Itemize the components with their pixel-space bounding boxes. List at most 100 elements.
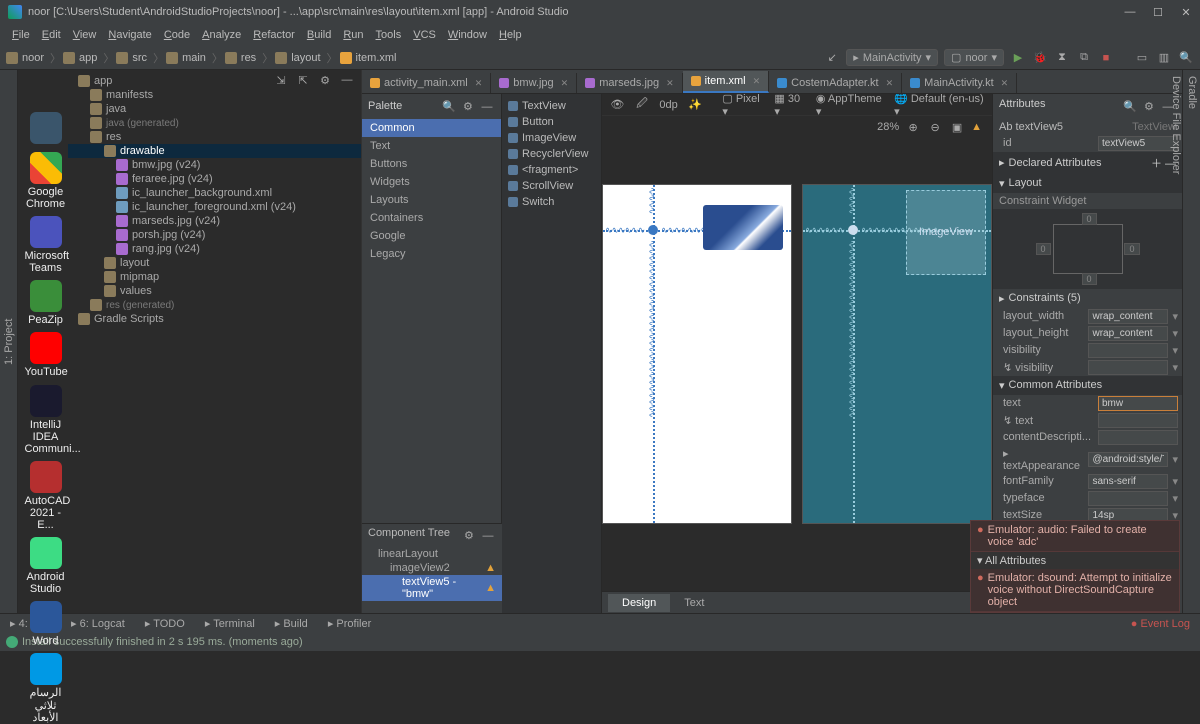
project-node[interactable]: mipmap	[68, 270, 361, 284]
breadcrumb-item[interactable]: app	[63, 52, 97, 64]
palette-item[interactable]: ScrollView	[502, 178, 601, 194]
palette-item[interactable]: Switch	[502, 194, 601, 210]
palette-category[interactable]: Text	[362, 137, 501, 155]
sync-icon[interactable]: ↙	[824, 50, 840, 66]
wand-icon[interactable]: ✨	[688, 97, 703, 113]
palette-category[interactable]: Common	[362, 119, 501, 137]
tool-tab[interactable]: Resource Manager	[0, 70, 1, 613]
run-config-dropdown[interactable]: ▸MainActivity▾	[846, 49, 938, 66]
palette-hide-icon[interactable]: —	[479, 99, 495, 115]
project-node[interactable]: rang.jpg (v24)	[68, 242, 361, 256]
breadcrumb-item[interactable]: noor	[6, 52, 44, 64]
menu-tools[interactable]: Tools	[370, 29, 408, 41]
desktop-shortcut[interactable]: IntelliJ IDEA Communi...	[25, 385, 67, 455]
desktop-shortcut[interactable]: Word	[25, 601, 67, 647]
project-node[interactable]: values	[68, 284, 361, 298]
palette-category[interactable]: Google	[362, 227, 501, 245]
editor-tab[interactable]: item.xml✕	[683, 71, 770, 93]
attr-input[interactable]	[1098, 430, 1178, 445]
attr-input[interactable]	[1088, 452, 1168, 467]
palette-category[interactable]: Widgets	[362, 173, 501, 191]
breadcrumb-item[interactable]: item.xml	[340, 52, 397, 64]
footer-tab[interactable]: ▸ TODO	[135, 617, 195, 630]
text-tab[interactable]: Text	[670, 594, 718, 612]
margin-display[interactable]: 0dp	[659, 99, 677, 111]
editor-tab[interactable]: activity_main.xml✕	[362, 73, 491, 93]
zoom-out-icon[interactable]: ⊖	[927, 119, 943, 135]
project-node[interactable]: Gradle Scripts	[68, 312, 361, 326]
project-node[interactable]: ic_launcher_foreground.xml (v24)	[68, 200, 361, 214]
attr-input[interactable]	[1098, 413, 1178, 428]
desktop-shortcut[interactable]	[25, 112, 67, 146]
attr-id-input[interactable]	[1098, 136, 1178, 151]
project-node[interactable]: bmw.jpg (v24)	[68, 158, 361, 172]
attach-icon[interactable]: ⧉	[1076, 50, 1092, 66]
menu-code[interactable]: Code	[158, 29, 196, 41]
close-button[interactable]: ✕	[1180, 6, 1192, 19]
palette-item[interactable]: RecyclerView	[502, 146, 601, 162]
project-node[interactable]: porsh.jpg (v24)	[68, 228, 361, 242]
attr-input[interactable]	[1088, 343, 1168, 358]
desktop-shortcut[interactable]: Google Chrome	[25, 152, 67, 210]
menu-analyze[interactable]: Analyze	[196, 29, 247, 41]
project-node[interactable]: res (generated)	[68, 298, 361, 312]
editor-tab[interactable]: MainActivity.kt✕	[902, 73, 1017, 93]
design-tab[interactable]: Design	[608, 594, 670, 612]
attr-input[interactable]	[1098, 396, 1178, 411]
desktop-shortcut[interactable]: Android Studio	[25, 537, 67, 595]
desktop-shortcut[interactable]: PeaZip	[25, 280, 67, 326]
palette-gear-icon[interactable]: ⚙	[460, 98, 476, 114]
project-node[interactable]: java (generated)	[68, 116, 361, 130]
menu-edit[interactable]: Edit	[36, 29, 67, 41]
project-node[interactable]: ic_launcher_background.xml	[68, 186, 361, 200]
ctree-hide-icon[interactable]: —	[480, 528, 496, 544]
menu-run[interactable]: Run	[337, 29, 369, 41]
design-preview[interactable]: ∿∿∿∿∿∿ ∿∿∿∿∿∿∿∿∿∿∿∿ ∿∿∿∿ ∿∿∿∿∿∿∿∿∿∿∿∿∿∿∿…	[602, 184, 792, 524]
constraint-widget[interactable]: 0 0 0 0	[993, 209, 1182, 289]
palette-item[interactable]: TextView	[502, 98, 601, 114]
zoom-fit-icon[interactable]: ▣	[949, 119, 965, 135]
menu-help[interactable]: Help	[493, 29, 528, 41]
palette-category[interactable]: Buttons	[362, 155, 501, 173]
menu-vcs[interactable]: VCS	[407, 29, 442, 41]
ctree-gear-icon[interactable]: ⚙	[461, 527, 477, 543]
component-node[interactable]: imageView2▲	[362, 561, 502, 575]
blueprint-preview[interactable]: ∿∿∿∿∿∿ ∿∿∿∿∿∿∿∿∿∿∿∿ ∿∿∿∿ ∿∿∿∿∿∿∿∿∿∿∿∿∿∿∿…	[802, 184, 992, 524]
palette-category[interactable]: Containers	[362, 209, 501, 227]
component-node[interactable]: textView5 - "bmw"▲	[362, 575, 502, 601]
attr-search-icon[interactable]: 🔍	[1122, 98, 1138, 114]
run-icon[interactable]: ▶	[1010, 50, 1026, 66]
footer-tab[interactable]: ▸ Profiler	[318, 617, 381, 630]
palette-search-icon[interactable]: 🔍	[441, 98, 457, 114]
component-node[interactable]: linearLayout	[362, 547, 502, 561]
menu-refactor[interactable]: Refactor	[247, 29, 301, 41]
editor-tab[interactable]: marseds.jpg✕	[577, 73, 682, 93]
attr-input[interactable]	[1088, 474, 1168, 489]
maximize-button[interactable]: ☐	[1152, 6, 1164, 19]
palette-category[interactable]: Layouts	[362, 191, 501, 209]
attr-input[interactable]	[1088, 491, 1168, 506]
editor-tab[interactable]: bmw.jpg✕	[491, 73, 577, 93]
footer-tab[interactable]: ▸ Terminal	[195, 617, 265, 630]
project-node[interactable]: layout	[68, 256, 361, 270]
project-node[interactable]: drawable	[68, 144, 361, 158]
palette-item[interactable]: ImageView	[502, 130, 601, 146]
project-node[interactable]: manifests	[68, 88, 361, 102]
minimize-button[interactable]: —	[1124, 6, 1136, 19]
attr-input[interactable]	[1088, 326, 1168, 341]
eye-icon[interactable]: 👁	[610, 97, 625, 113]
zoom-in-icon[interactable]: ⊕	[905, 119, 921, 135]
sdk-icon[interactable]: ▥	[1156, 50, 1172, 66]
tool-tab[interactable]: 1: Project	[1, 70, 17, 613]
avd-icon[interactable]: ▭	[1134, 50, 1150, 66]
project-node[interactable]: java	[68, 102, 361, 116]
project-node[interactable]: feraree.jpg (v24)	[68, 172, 361, 186]
event-log-tab[interactable]: ● Event Log	[1131, 618, 1200, 630]
attr-input[interactable]	[1088, 309, 1168, 324]
breadcrumb-item[interactable]: res	[225, 52, 256, 64]
palette-category[interactable]: Legacy	[362, 245, 501, 263]
profile-icon[interactable]: ⧗	[1054, 50, 1070, 66]
palette-item[interactable]: Button	[502, 114, 601, 130]
attr-gear-icon[interactable]: ⚙	[1141, 98, 1157, 114]
menu-navigate[interactable]: Navigate	[102, 29, 157, 41]
